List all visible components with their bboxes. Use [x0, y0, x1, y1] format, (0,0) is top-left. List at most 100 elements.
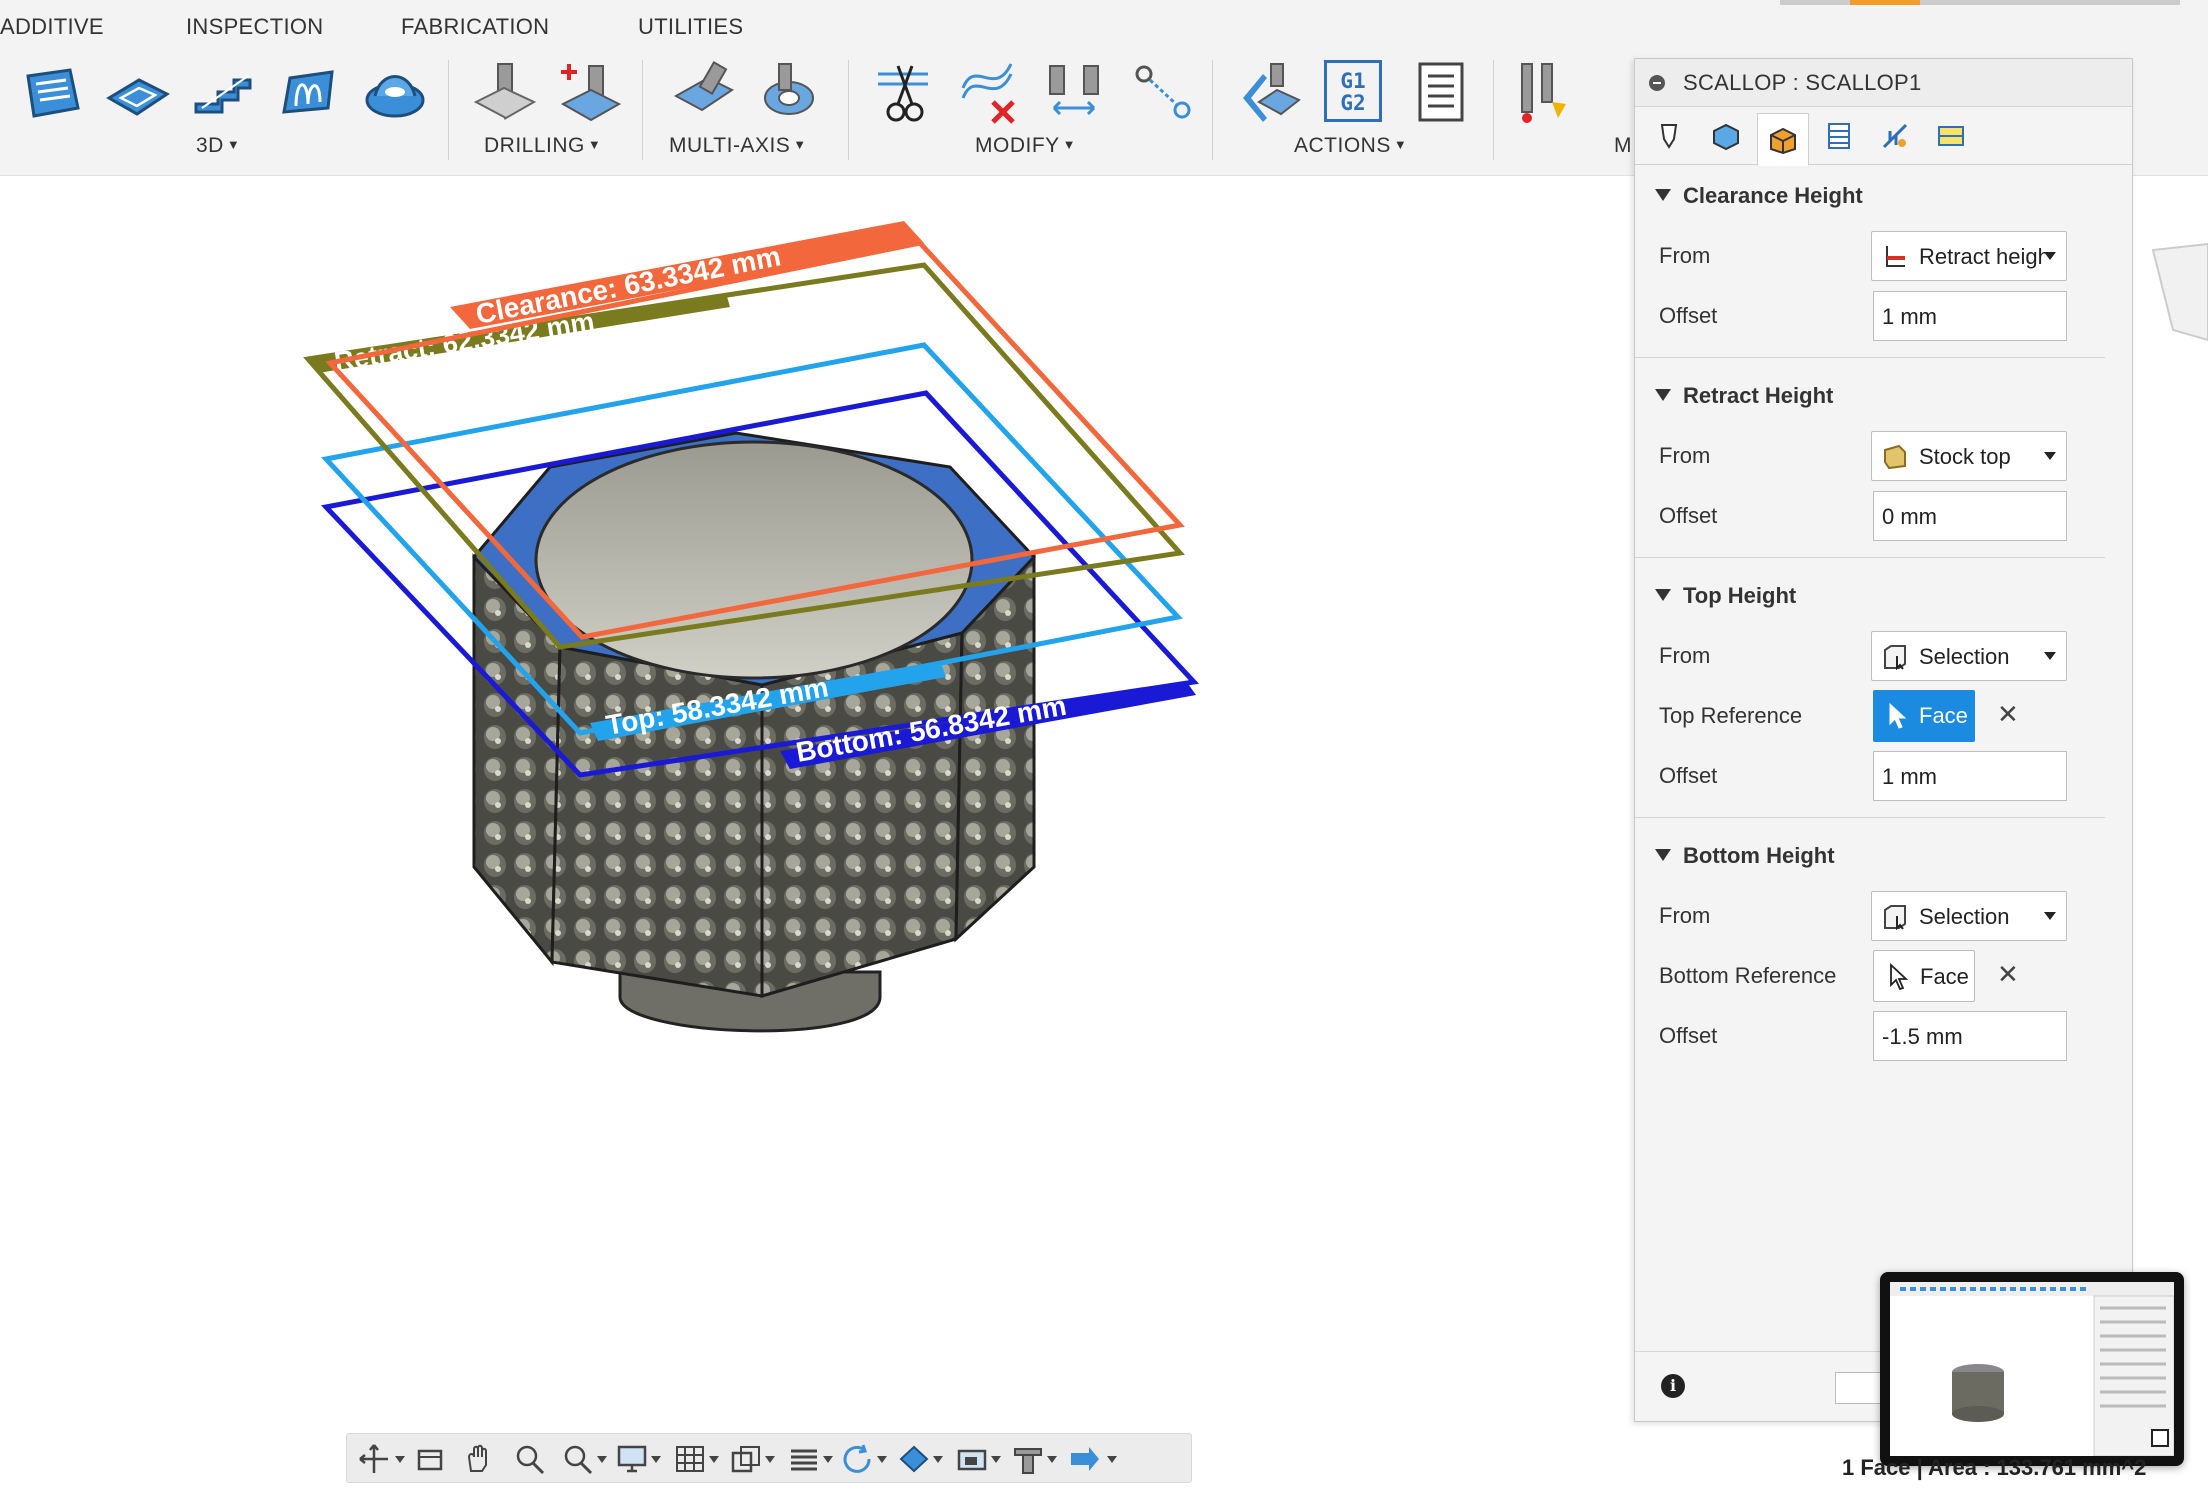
- swarf-icon[interactable]: [668, 58, 738, 128]
- toolbar-separator: [642, 60, 643, 160]
- bottom-from-select[interactable]: Selection: [1871, 891, 2067, 941]
- tab-geometry[interactable]: [1699, 113, 1751, 159]
- drill-icon[interactable]: [470, 58, 540, 128]
- clear-top-reference-icon[interactable]: ✕: [1997, 699, 2019, 730]
- group-actions[interactable]: ACTIONS ▼: [1294, 134, 1407, 158]
- chevron-down-icon[interactable]: [709, 1456, 719, 1463]
- group-drilling[interactable]: DRILLING ▼: [484, 134, 601, 158]
- thumbnail-image: [1890, 1282, 2174, 1456]
- pan-icon[interactable]: [461, 1443, 495, 1475]
- group-modify[interactable]: MODIFY ▼: [975, 134, 1076, 158]
- hole-recognition-icon[interactable]: [555, 58, 625, 128]
- top-offset-input[interactable]: 1 mm: [1873, 751, 2067, 801]
- scallop-icon[interactable]: [359, 58, 429, 128]
- section-clearance-height[interactable]: Clearance Height: [1655, 183, 1863, 209]
- tab-passes[interactable]: [1813, 113, 1865, 159]
- clearance-from-select[interactable]: Retract height: [1871, 231, 2067, 281]
- tab-additive[interactable]: ADDITIVE: [0, 14, 104, 40]
- tab-tool[interactable]: [1643, 113, 1695, 159]
- canvas-viewport[interactable]: Bottom: 56.8342 mm Top: 58.3342 mm Retra…: [0, 177, 1634, 1460]
- chevron-down-icon[interactable]: [597, 1456, 607, 1463]
- effects-icon[interactable]: [787, 1443, 821, 1475]
- post-process-icon[interactable]: G1 G2: [1324, 60, 1382, 122]
- top-from-select[interactable]: Selection: [1871, 631, 2067, 681]
- chevron-down-icon[interactable]: [823, 1456, 833, 1463]
- orbit-icon[interactable]: [357, 1443, 391, 1475]
- tool-library-icon[interactable]: [1512, 58, 1582, 128]
- dialog-tabs: [1635, 107, 2132, 166]
- top-from-label: From: [1659, 643, 1711, 668]
- grid-icon[interactable]: [673, 1443, 707, 1475]
- clearance-offset-input[interactable]: 1 mm: [1873, 291, 2067, 341]
- section-divider: [1635, 817, 2105, 818]
- pattern-icon[interactable]: [1128, 58, 1198, 128]
- chevron-down-icon: [2044, 652, 2056, 660]
- clear-bottom-reference-icon[interactable]: ✕: [1997, 959, 2019, 990]
- tab-fabrication[interactable]: FABRICATION: [401, 14, 549, 40]
- bottom-reference-button[interactable]: Face: [1873, 950, 1975, 1002]
- section-bottom-height[interactable]: Bottom Height: [1655, 843, 1835, 869]
- multiaxis-contour-icon[interactable]: [753, 58, 823, 128]
- thumbnail-preview: [1890, 1282, 2174, 1456]
- simulation-icon[interactable]: [1067, 1443, 1101, 1475]
- bottom-offset-label: Offset: [1659, 1023, 1718, 1048]
- clearance-from-value: Retract height: [1919, 244, 2045, 269]
- top-offset-label: Offset: [1659, 763, 1718, 788]
- chevron-down-icon[interactable]: [395, 1456, 405, 1463]
- trim-icon[interactable]: [868, 58, 938, 128]
- app-window: ADDITIVE INSPECTION FABRICATION UTILITIE…: [0, 0, 2208, 1490]
- model-view[interactable]: Bottom: 56.8342 mm Top: 58.3342 mm Retra…: [0, 177, 1634, 1460]
- tab-inspection[interactable]: INSPECTION: [186, 14, 323, 40]
- chevron-down-icon[interactable]: [765, 1456, 775, 1463]
- info-icon[interactable]: i: [1661, 1374, 1685, 1398]
- tab-heights[interactable]: [1757, 113, 1809, 166]
- top-accent-bar: [1780, 0, 2180, 5]
- retract-from-select[interactable]: Stock top: [1871, 431, 2067, 481]
- steep-shallow-icon[interactable]: [188, 58, 258, 128]
- chevron-down-icon[interactable]: [1107, 1456, 1117, 1463]
- pocket-icon[interactable]: [103, 58, 173, 128]
- setup-sheet-icon[interactable]: [1406, 58, 1476, 128]
- tool-display-icon[interactable]: [1011, 1443, 1045, 1475]
- tab-post[interactable]: [1925, 113, 1977, 159]
- chevron-down-icon[interactable]: [1047, 1456, 1057, 1463]
- display-settings-icon[interactable]: [615, 1443, 649, 1475]
- simulate-icon[interactable]: [1237, 58, 1307, 128]
- operation-dialog: SCALLOP : SCALLOP1 Clearance Height From…: [1634, 58, 2133, 1422]
- chevron-down-icon[interactable]: [651, 1456, 661, 1463]
- group-manage[interactable]: M: [1614, 134, 1632, 158]
- camera-icon[interactable]: [955, 1443, 989, 1475]
- post-tab-icon: [1938, 126, 1964, 146]
- group-multi-axis[interactable]: MULTI-AXIS ▼: [669, 134, 807, 158]
- chevron-down-icon[interactable]: [877, 1456, 887, 1463]
- top-reference-button[interactable]: Face: [1873, 690, 1975, 742]
- linking-tab-icon: [1882, 123, 1908, 149]
- tab-linking[interactable]: [1869, 113, 1921, 159]
- heights-tab-icon: [1770, 127, 1796, 154]
- group-3d[interactable]: 3D ▼: [196, 134, 240, 158]
- bottom-reference-label: Bottom Reference: [1659, 963, 1837, 988]
- section-divider: [1635, 557, 2105, 558]
- orbit-mode-icon[interactable]: [841, 1443, 875, 1475]
- zoom-icon[interactable]: [513, 1443, 547, 1475]
- toolbar-separator: [848, 60, 849, 160]
- delete-toolpath-icon[interactable]: [955, 58, 1025, 128]
- contour-icon[interactable]: [274, 58, 344, 128]
- dialog-title: SCALLOP : SCALLOP1: [1683, 70, 1922, 95]
- tab-utilities[interactable]: UTILITIES: [638, 14, 743, 40]
- section-retract-height[interactable]: Retract Height: [1655, 383, 1833, 409]
- look-at-icon[interactable]: [413, 1443, 447, 1475]
- 2d-adaptive-icon[interactable]: [18, 58, 88, 128]
- retract-offset-input[interactable]: 0 mm: [1873, 491, 2067, 541]
- compare-tools-icon[interactable]: [1040, 58, 1110, 128]
- bottom-offset-input[interactable]: -1.5 mm: [1873, 1011, 2067, 1061]
- collapse-icon[interactable]: [1649, 75, 1665, 91]
- section-top-height[interactable]: Top Height: [1655, 583, 1796, 609]
- environment-icon[interactable]: [897, 1443, 931, 1475]
- chevron-down-icon[interactable]: [933, 1456, 943, 1463]
- viewports-icon[interactable]: [729, 1443, 763, 1475]
- zoom-window-icon[interactable]: [561, 1443, 595, 1475]
- view-cube[interactable]: [2133, 240, 2208, 350]
- screen-thumbnail[interactable]: [1880, 1272, 2184, 1466]
- chevron-down-icon[interactable]: [991, 1456, 1001, 1463]
